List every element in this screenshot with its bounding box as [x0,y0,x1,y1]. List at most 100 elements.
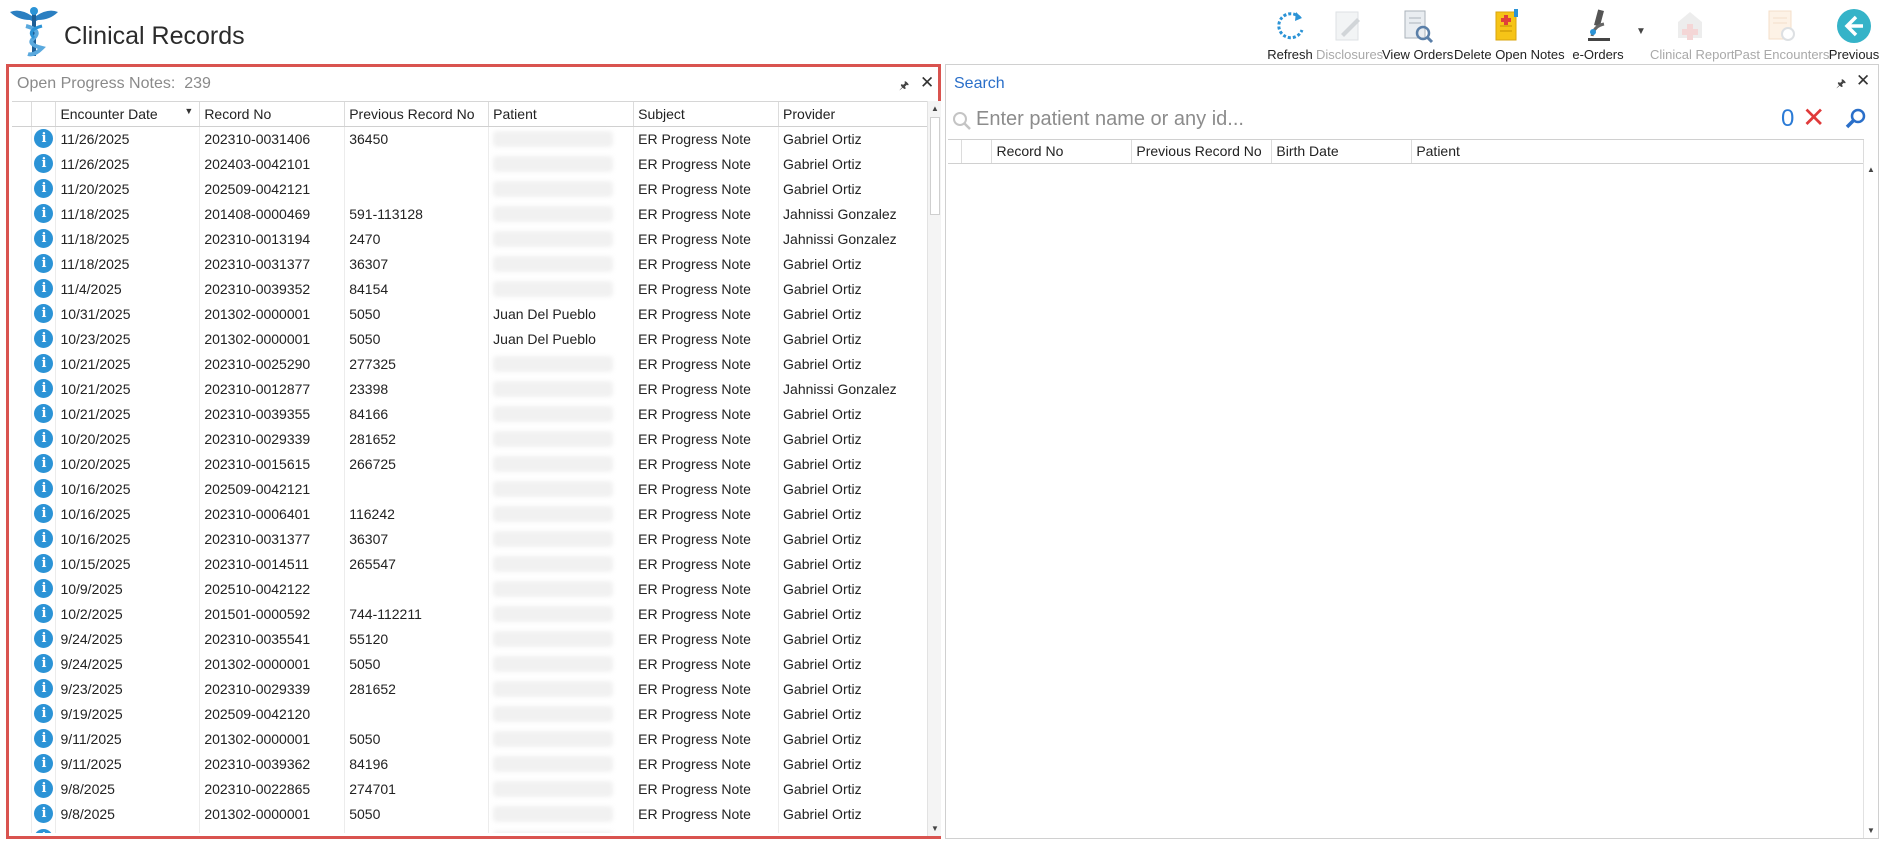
cell-previous-record-no: 36307 [344,526,490,551]
info-icon[interactable]: i [34,179,54,198]
row-indicator-header [12,102,33,127]
table-row[interactable]: i 10/20/2025 202310-0029339 281652 ER Progre… [12,426,932,451]
column-header-record-no[interactable]: Record No [199,102,346,127]
disclosures-button[interactable]: Disclosures [1316,4,1383,62]
info-icon[interactable]: i [34,304,54,323]
info-icon[interactable]: i [34,604,54,623]
table-row[interactable]: i 10/15/2025 202310-0014511 265547 ER Progre… [12,551,932,576]
table-row[interactable]: i 11/18/2025 201408-0000469 591-113128 ER Pr… [12,201,932,226]
pin-icon[interactable]: 🖈︎ [1836,75,1846,94]
refresh-button[interactable]: Refresh [1266,4,1314,62]
info-icon[interactable]: i [34,704,54,723]
table-row[interactable]: i 10/21/2025 202310-0039355 84166 ER Progres… [12,401,932,426]
table-row[interactable]: i 10/16/2025 202509-0042121 ER Progress Not… [12,476,932,501]
table-row[interactable]: i 11/26/2025 202310-0031406 36450 ER Progres… [12,126,932,151]
previous-button[interactable]: Previous [1828,4,1880,62]
table-row[interactable]: i 11/26/2025 202403-0042101 ER Progress Not… [12,151,932,176]
table-row[interactable]: i 9/24/2025 201302-0000001 5050 ER Progress … [12,651,932,676]
scroll-down-icon[interactable]: ▼ [931,824,939,833]
clinical-report-button[interactable]: Clinical Report [1650,4,1735,62]
info-icon[interactable]: i [34,529,54,548]
vertical-scrollbar[interactable]: ▲ ▼ [927,101,941,836]
info-icon[interactable]: i [34,829,54,833]
column-header-provider[interactable]: Provider [778,102,932,127]
info-icon[interactable]: i [34,329,54,348]
notes-count: 239 [184,75,211,92]
info-icon[interactable]: i [34,654,54,673]
cell-provider: Gabriel Ortiz [778,801,932,826]
info-icon[interactable]: i [34,229,54,248]
table-row[interactable]: i 9/24/2025 202310-0035541 55120 ER Progress… [12,626,932,651]
info-icon[interactable]: i [34,279,54,298]
cell-subject: ER Progress Note [633,376,780,401]
info-icon[interactable]: i [34,129,54,149]
table-row[interactable]: i 9/23/2025 202310-0029339 281652 ER Progres… [12,676,932,701]
table-row[interactable]: i 10/16/2025 202310-0006401 116242 ER Progre… [12,501,932,526]
patient-search-input[interactable] [976,104,1696,134]
column-header-previous-record-no[interactable]: Previous Record No [1131,140,1273,164]
table-row[interactable]: i 9/11/2025 201302-0000001 5050 ER Progress … [12,726,932,751]
info-icon[interactable]: i [34,754,54,773]
row-indicator [12,626,33,651]
clear-search-icon[interactable]: ✕ [1802,103,1825,133]
info-icon[interactable]: i [34,204,54,223]
search-go-icon[interactable] [1844,107,1868,131]
table-row[interactable]: i 9/11/2025 202310-0039362 84196 ER Progress… [12,751,932,776]
table-row[interactable]: i 10/9/2025 202510-0042122 ER Progress Note… [12,576,932,601]
cell-encounter-date: 10/21/2025 [55,376,201,401]
info-icon[interactable]: i [34,679,54,698]
table-row[interactable]: i 10/20/2025 202310-0015615 266725 ER Progre… [12,451,932,476]
table-row[interactable]: i 11/20/2025 202509-0042121 ER Progress Not… [12,176,932,201]
close-panel-icon[interactable]: ✕ [920,73,934,93]
past-encounters-button[interactable]: Past Encounters [1734,4,1829,62]
column-header-subject[interactable]: Subject [633,102,780,127]
info-icon[interactable]: i [34,429,54,448]
column-header-patient[interactable]: Patient [1411,140,1864,164]
table-row[interactable]: i 9/19/2025 202509-0042120 ER Progress Note… [12,701,932,726]
table-row[interactable]: i 11/18/2025 202310-0013194 2470 ER Progress… [12,226,932,251]
column-header-birth-date[interactable]: Birth Date [1271,140,1413,164]
table-row[interactable]: i 9/8/2025 201302-0000001 5050 ER Progress N… [12,801,932,826]
e-orders-dropdown-caret-icon[interactable]: ▼ [1636,26,1646,37]
cell-provider: Gabriel Ortiz [778,351,932,376]
info-icon[interactable]: i [34,379,54,398]
info-icon[interactable]: i [34,254,54,273]
table-row[interactable]: i 10/21/2025 202310-0025290 277325 ER Progre… [12,351,932,376]
table-row[interactable]: i9/4/2025201302-00000015050 ER Progress N… [12,826,932,833]
close-panel-icon[interactable]: ✕ [1856,71,1870,91]
scroll-down-icon[interactable]: ▼ [1867,826,1875,835]
column-header-record-no[interactable]: Record No [991,140,1133,164]
pin-icon[interactable]: 🖈︎ [899,77,909,96]
info-icon[interactable]: i [34,629,54,648]
info-icon[interactable]: i [34,779,54,798]
column-header-previous-record-no[interactable]: Previous Record No [344,102,490,127]
column-header-patient[interactable]: Patient [488,102,635,127]
table-row[interactable]: i 10/31/2025 201302-0000001 5050 Juan Del Pu… [12,301,932,326]
scroll-up-icon[interactable]: ▲ [1867,165,1875,174]
delete-open-notes-button[interactable]: Delete Open Notes [1454,4,1565,62]
table-row[interactable]: i 10/16/2025 202310-0031377 36307 ER Progres… [12,526,932,551]
info-icon[interactable]: i [34,804,54,823]
scrollbar-thumb[interactable] [930,117,940,215]
info-icon[interactable]: i [34,354,54,373]
scroll-up-icon[interactable]: ▲ [931,104,939,113]
info-icon[interactable]: i [34,154,54,173]
table-row[interactable]: i 10/2/2025 201501-0000592 744-112211 ER Pro… [12,601,932,626]
cell-subject: ER Progress Note [633,151,780,176]
e-orders-button[interactable]: e-Orders [1568,4,1628,62]
column-header-encounter-date[interactable]: Encounter Date ▼ [55,102,201,127]
table-row[interactable]: i 10/23/2025 201302-0000001 5050 Juan Del Pu… [12,326,932,351]
info-icon[interactable]: i [34,504,54,523]
table-row[interactable]: i 11/18/2025 202310-0031377 36307 ER Progres… [12,251,932,276]
info-icon[interactable]: i [34,554,54,573]
info-icon[interactable]: i [34,579,54,598]
info-icon[interactable]: i [34,454,54,473]
table-row[interactable]: i 10/21/2025 202310-0012877 23398 ER Progres… [12,376,932,401]
table-row[interactable]: i 11/4/2025 202310-0039352 84154 ER Progress… [12,276,932,301]
info-icon[interactable]: i [34,404,54,423]
view-orders-button[interactable]: View Orders [1382,4,1453,62]
info-icon[interactable]: i [34,729,54,748]
table-row[interactable]: i 9/8/2025 202310-0022865 274701 ER Progress… [12,776,932,801]
vertical-scrollbar[interactable]: ▲ ▼ [1863,162,1877,838]
info-icon[interactable]: i [34,479,54,498]
